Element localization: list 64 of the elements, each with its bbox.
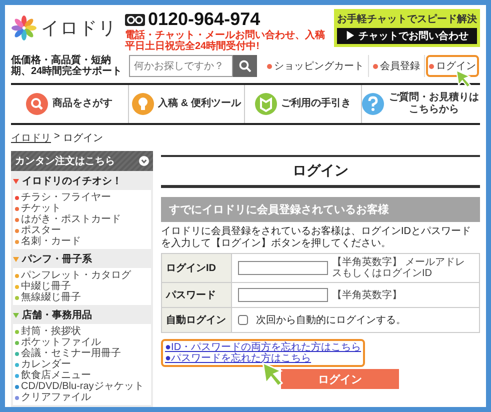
sidebar-item[interactable]: 会議・セミナー用冊子: [15, 348, 149, 359]
sidebar-item[interactable]: 中綴じ冊子: [15, 281, 149, 292]
field-label: ログインID: [162, 254, 232, 282]
field-label: 自動ログイン: [162, 308, 232, 332]
sidebar-item[interactable]: クリアファイル: [15, 392, 149, 403]
checkbox-label: 次回から自動的にログインする。: [256, 314, 406, 327]
breadcrumb-separator: >: [54, 131, 60, 144]
recovery-link[interactable]: ●パスワードを忘れた方はこちら: [165, 353, 362, 364]
sidebar-title: カンタン注文はこちら: [15, 154, 115, 168]
sidebar-header[interactable]: カンタン注文はこちら: [11, 151, 153, 171]
hours-text: 平日土日祝完全24時間受付中!: [125, 41, 260, 52]
section-title: イロドリのイチオシ！: [22, 175, 122, 188]
sidebar-item[interactable]: パンフレット・カタログ: [15, 270, 149, 281]
search-button[interactable]: [233, 55, 257, 77]
sidebar-item[interactable]: 無線綴じ冊子: [15, 292, 149, 303]
sidebar-item[interactable]: 封筒・挨拶状: [15, 326, 149, 337]
sidebar-item[interactable]: ポケットファイル: [15, 337, 149, 348]
nav-label: 入稿 & 便利ツール: [158, 98, 241, 110]
section-title: パンフ・冊子系: [22, 252, 92, 266]
section-heading: すでにイロドリに会員登録されているお客様: [161, 197, 480, 222]
question-icon: [362, 93, 384, 115]
sidebar-item[interactable]: CD/DVD/Blu-rayジャケット: [15, 381, 149, 392]
recovery-link[interactable]: ●ID・パスワードの両方を忘れた方はこちら: [165, 342, 362, 353]
field-hint: 【半角英数字】 メールアドレスもしくはログインID: [332, 257, 466, 279]
header-link[interactable]: ショッピングカート: [264, 55, 367, 77]
phone-number: 0120-964-974: [148, 9, 260, 30]
field-label: パスワード: [162, 282, 232, 308]
logo-text[interactable]: イロドリ: [41, 16, 117, 40]
instruction-text: イロドリに会員登録をされているお客様は、ログインIDとパスワードを入力して【ログイン】ボタンを押してください。: [161, 226, 472, 249]
nav-label: ご質問・お見積りはこちらから: [388, 92, 480, 116]
search-field[interactable]: 何かお探しですか？: [129, 55, 233, 77]
search-icon: [239, 60, 251, 72]
sidebar-item[interactable]: 名刺・カード: [15, 236, 149, 247]
nav-item[interactable]: 入稿 & 便利ツール: [128, 85, 244, 123]
section-title: 店舗・事務用品: [22, 308, 92, 322]
magnifier-icon: [26, 93, 48, 115]
breadcrumb-current: ログイン: [62, 132, 103, 145]
chevron-down-icon: [139, 156, 149, 166]
pointer-arrow-icon: [455, 69, 471, 88]
field-hint: 【半角英数字】: [332, 290, 402, 300]
nav-item[interactable]: ご質問・お見積りはこちらから: [360, 85, 480, 123]
nav-item[interactable]: 商品をさがす: [11, 85, 128, 123]
sidebar-item[interactable]: チラシ・フライヤー: [15, 192, 149, 203]
sidebar-item[interactable]: 飲食店メニュー: [15, 370, 149, 381]
login-id-field[interactable]: [238, 261, 328, 275]
pointer-arrow-icon: [261, 361, 283, 387]
breadcrumb-link[interactable]: イロドリ: [11, 131, 51, 145]
page-title: ログイン: [161, 155, 480, 188]
hours-text: 電話・チャット・メールお問い合わせ、入稿: [125, 30, 326, 41]
sidebar-item[interactable]: ポスター: [15, 225, 149, 236]
nav-label: ご利用の手引き: [281, 98, 352, 110]
nav-item[interactable]: ご利用の手引き: [244, 85, 361, 123]
password-field[interactable]: [238, 288, 328, 302]
sidebar-item[interactable]: カレンダー: [15, 359, 149, 370]
header-link[interactable]: 会員登録: [370, 55, 423, 77]
nav-label: 商品をさがす: [52, 98, 112, 110]
sidebar-item[interactable]: はがき・ポストカード: [15, 214, 149, 225]
sidebar-item[interactable]: チケット: [15, 203, 149, 214]
checkbox[interactable]: [238, 315, 248, 325]
chat-title: お手軽チャットでスピード解決: [337, 12, 477, 26]
tagline: 低価格・高品質・短納期、24時間完全サポート: [11, 55, 123, 77]
free-dial-icon: [125, 14, 145, 26]
pinwheel-logo-icon: [11, 15, 37, 41]
chat-button[interactable]: ▶ チャットでお問い合わせ: [337, 28, 477, 44]
